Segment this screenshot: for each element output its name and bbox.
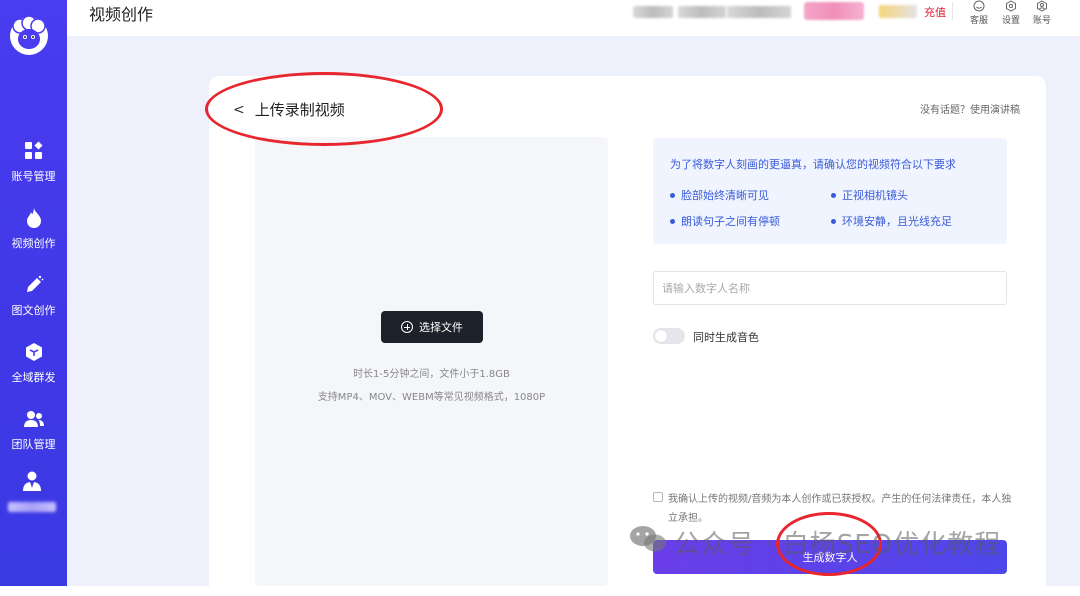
sidebar: 账号管理 视频创作 图文创作 全域群发 团队管理	[0, 0, 67, 586]
generate-digital-human-button[interactable]: 生成数字人	[653, 540, 1007, 574]
tool-label: 设置	[1001, 16, 1020, 26]
bullet-dot-icon	[831, 192, 836, 198]
gear-icon	[1004, 0, 1018, 12]
upload-duration-hint: 时长1-5分钟之间，文件小于1.8GB	[353, 369, 510, 380]
requirement-item: 正视相机镜头	[831, 187, 908, 203]
sidebar-item-label: 全域群发	[11, 371, 56, 384]
bullet-dot-icon	[670, 192, 675, 198]
fire-icon	[23, 207, 45, 229]
back-button[interactable]: <	[233, 102, 245, 118]
team-icon	[23, 408, 45, 430]
settings-button[interactable]: 设置	[996, 0, 1026, 26]
sidebar-item-video[interactable]: 视频创作	[0, 207, 67, 251]
toggle-knob	[655, 330, 667, 342]
account-button[interactable]: 账号	[1027, 0, 1057, 26]
requirement-item: 朗读句子之间有停顿	[670, 213, 780, 229]
upload-header: < 上传录制视频	[233, 99, 345, 120]
consent-checkbox[interactable]	[653, 492, 663, 502]
sidebar-item-label: 团队管理	[11, 438, 56, 451]
blurred-balance	[879, 5, 917, 18]
bullet-dot-icon	[670, 218, 675, 224]
tool-label: 账号	[1032, 16, 1051, 26]
requirement-text: 环境安静，且光线充足	[842, 215, 952, 228]
select-file-label: 选择文件	[419, 321, 463, 334]
sheep-logo-icon[interactable]	[6, 14, 52, 58]
blurred-username	[8, 502, 56, 512]
tool-label: 客服	[969, 16, 988, 26]
sidebar-user[interactable]	[4, 470, 60, 512]
requirements-title: 为了将数字人刻画的更逼真，请确认您的视频符合以下要求	[670, 158, 956, 171]
cube-icon	[23, 341, 45, 363]
sidebar-item-label: 图文创作	[11, 304, 56, 317]
blurred-info	[727, 6, 791, 18]
pen-icon	[23, 274, 45, 296]
digital-human-name-input[interactable]	[653, 271, 1007, 305]
plus-circle-icon	[401, 321, 413, 333]
grid-icon	[23, 140, 45, 162]
upload-dropzone[interactable]	[255, 137, 608, 586]
sidebar-item-article[interactable]: 图文创作	[0, 274, 67, 318]
requirement-item: 脸部始终清晰可见	[670, 187, 769, 203]
sidebar-item-account[interactable]: 账号管理	[0, 140, 67, 184]
sidebar-item-broadcast[interactable]: 全域群发	[0, 341, 67, 385]
bullet-dot-icon	[831, 218, 836, 224]
blurred-badge	[804, 2, 864, 20]
blurred-info	[678, 6, 726, 18]
requirement-text: 脸部始终清晰可见	[681, 189, 769, 202]
generate-button-label: 生成数字人	[802, 551, 858, 564]
recharge-link[interactable]: 充值	[924, 4, 946, 20]
voice-toggle[interactable]	[653, 328, 685, 344]
select-file-button[interactable]: 选择文件	[381, 311, 483, 343]
voice-toggle-label: 同时生成音色	[693, 331, 759, 344]
requirement-text: 正视相机镜头	[842, 189, 908, 202]
header-divider	[952, 2, 953, 20]
top-header: 视频创作 充值 客服 设置 账号	[67, 0, 1080, 36]
card-title: 上传录制视频	[254, 101, 345, 119]
upload-format-hint: 支持MP4、MOV、WEBM等常见视频格式，1080P	[317, 392, 546, 403]
sidebar-item-label: 账号管理	[11, 170, 56, 183]
user-avatar-icon	[21, 470, 43, 496]
customer-service-button[interactable]: 客服	[964, 0, 994, 26]
page-title: 视频创作	[89, 5, 154, 24]
requirement-item: 环境安静，且光线充足	[831, 213, 952, 229]
use-script-link[interactable]: 没有话题？使用演讲稿	[920, 101, 1020, 116]
smile-icon	[972, 0, 986, 12]
user-icon	[1035, 0, 1049, 12]
blurred-info	[633, 6, 673, 18]
requirement-text: 朗读句子之间有停顿	[681, 215, 780, 228]
sidebar-item-label: 视频创作	[11, 237, 56, 250]
consent-text: 我确认上传的视频/音频为本人创作或已获授权。产生的任何法律责任，本人独立承担。	[668, 494, 1012, 524]
sidebar-item-team[interactable]: 团队管理	[0, 408, 67, 452]
